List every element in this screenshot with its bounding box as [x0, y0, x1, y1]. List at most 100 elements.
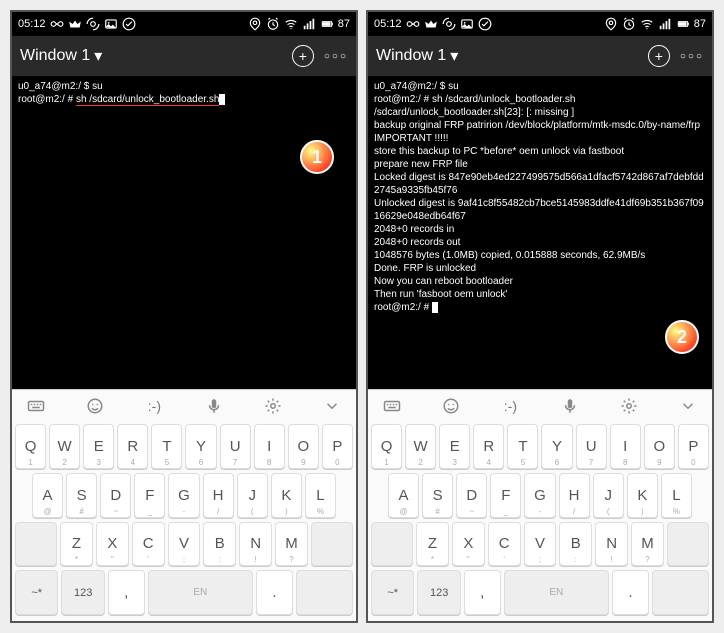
gear-icon[interactable]	[619, 396, 639, 416]
chevron-down-icon[interactable]: ▾	[94, 46, 102, 66]
overflow-menu[interactable]: ○○○	[324, 51, 348, 62]
backspace-key[interactable]	[667, 522, 709, 567]
chevron-down-icon[interactable]	[678, 396, 698, 416]
key-v[interactable]: V;	[524, 522, 557, 567]
key-k[interactable]: K)	[271, 473, 302, 518]
shift-key[interactable]	[371, 522, 413, 567]
key-z[interactable]: Z*	[416, 522, 449, 567]
key-.[interactable]: .	[612, 570, 649, 615]
key-a[interactable]: A@	[32, 473, 63, 518]
enter-key[interactable]	[296, 570, 353, 615]
chevron-down-icon[interactable]: ▾	[450, 46, 458, 66]
key-j[interactable]: J(	[593, 473, 624, 518]
key-o[interactable]: O9	[644, 424, 675, 469]
key-v[interactable]: V;	[168, 522, 201, 567]
key-.[interactable]: .	[256, 570, 293, 615]
space-key[interactable]: EN	[504, 570, 610, 615]
add-tab-button[interactable]: +	[648, 45, 670, 67]
key-g[interactable]: G-	[168, 473, 199, 518]
app-toolbar: Window 1 ▾ + ○○○	[12, 36, 356, 76]
numbers-key[interactable]: 123	[417, 570, 460, 615]
keyboard[interactable]: :-) Q1W2E3R4T5Y6U7I8O9P0 A@S#D~F_G-H/J(K)L…	[12, 389, 356, 621]
key-y[interactable]: Y6	[185, 424, 216, 469]
key-u[interactable]: U7	[220, 424, 251, 469]
battery-pct: 87	[694, 18, 706, 30]
key-f[interactable]: F_	[490, 473, 521, 518]
mic-icon[interactable]	[204, 396, 224, 416]
signal-icon	[302, 17, 316, 31]
tab-label[interactable]: Window 1	[20, 47, 90, 65]
key-k[interactable]: K)	[627, 473, 658, 518]
symbols-key[interactable]: ~*	[15, 570, 58, 615]
key-e[interactable]: E3	[439, 424, 470, 469]
terminal-output[interactable]: u0_a74@m2:/ $ suroot@m2:/ # sh /sdcard/u…	[12, 76, 356, 389]
emoji-icon[interactable]	[441, 396, 461, 416]
key-w[interactable]: W2	[405, 424, 436, 469]
emoji-icon[interactable]	[85, 396, 105, 416]
key-l[interactable]: L%	[305, 473, 336, 518]
key-j[interactable]: J(	[237, 473, 268, 518]
key-i[interactable]: I8	[610, 424, 641, 469]
key-n[interactable]: N!	[239, 522, 272, 567]
key-r[interactable]: R4	[473, 424, 504, 469]
key-r[interactable]: R4	[117, 424, 148, 469]
keyboard[interactable]: :-) Q1W2E3R4T5Y6U7I8O9P0 A@S#D~F_G-H/J(K)L…	[368, 389, 712, 621]
key-p[interactable]: P0	[678, 424, 709, 469]
key-f[interactable]: F_	[134, 473, 165, 518]
backspace-key[interactable]	[311, 522, 353, 567]
keyboard-icon[interactable]	[26, 396, 46, 416]
keyboard-icon[interactable]	[382, 396, 402, 416]
key-c[interactable]: C'	[132, 522, 165, 567]
key-h[interactable]: H/	[203, 473, 234, 518]
tab-label[interactable]: Window 1	[376, 47, 446, 65]
key-y[interactable]: Y6	[541, 424, 572, 469]
key-d[interactable]: D~	[456, 473, 487, 518]
key-o[interactable]: O9	[288, 424, 319, 469]
key-x[interactable]: X"	[452, 522, 485, 567]
key-c[interactable]: C'	[488, 522, 521, 567]
smiley-text[interactable]: :-)	[500, 396, 520, 416]
key-l[interactable]: L%	[661, 473, 692, 518]
terminal-output[interactable]: u0_a74@m2:/ $ suroot@m2:/ # sh /sdcard/u…	[368, 76, 712, 389]
key-m[interactable]: M?	[631, 522, 664, 567]
key-,[interactable]: ,	[464, 570, 501, 615]
key-u[interactable]: U7	[576, 424, 607, 469]
key-,[interactable]: ,	[108, 570, 145, 615]
smiley-text[interactable]: :-)	[144, 396, 164, 416]
key-p[interactable]: P0	[322, 424, 353, 469]
key-s[interactable]: S#	[66, 473, 97, 518]
key-g[interactable]: G-	[524, 473, 555, 518]
key-t[interactable]: T5	[151, 424, 182, 469]
key-s[interactable]: S#	[422, 473, 453, 518]
key-q[interactable]: Q1	[371, 424, 402, 469]
gear-icon[interactable]	[263, 396, 283, 416]
image-icon	[104, 17, 118, 31]
key-b[interactable]: B:	[559, 522, 592, 567]
key-d[interactable]: D~	[100, 473, 131, 518]
key-e[interactable]: E3	[83, 424, 114, 469]
enter-key[interactable]	[652, 570, 709, 615]
app-toolbar: Window 1 ▾ + ○○○	[368, 36, 712, 76]
symbols-key[interactable]: ~*	[371, 570, 414, 615]
key-q[interactable]: Q1	[15, 424, 46, 469]
numbers-key[interactable]: 123	[61, 570, 104, 615]
shift-key[interactable]	[15, 522, 57, 567]
overflow-menu[interactable]: ○○○	[680, 51, 704, 62]
chevron-down-icon[interactable]	[322, 396, 342, 416]
key-i[interactable]: I8	[254, 424, 285, 469]
alarm-icon	[266, 17, 280, 31]
key-n[interactable]: N!	[595, 522, 628, 567]
key-w[interactable]: W2	[49, 424, 80, 469]
key-b[interactable]: B:	[203, 522, 236, 567]
key-m[interactable]: M?	[275, 522, 308, 567]
key-x[interactable]: X"	[96, 522, 129, 567]
mic-icon[interactable]	[560, 396, 580, 416]
key-h[interactable]: H/	[559, 473, 590, 518]
status-bar: 05:12 87	[368, 12, 712, 36]
clock: 05:12	[18, 18, 46, 30]
key-a[interactable]: A@	[388, 473, 419, 518]
add-tab-button[interactable]: +	[292, 45, 314, 67]
key-z[interactable]: Z*	[60, 522, 93, 567]
key-t[interactable]: T5	[507, 424, 538, 469]
space-key[interactable]: EN	[148, 570, 254, 615]
